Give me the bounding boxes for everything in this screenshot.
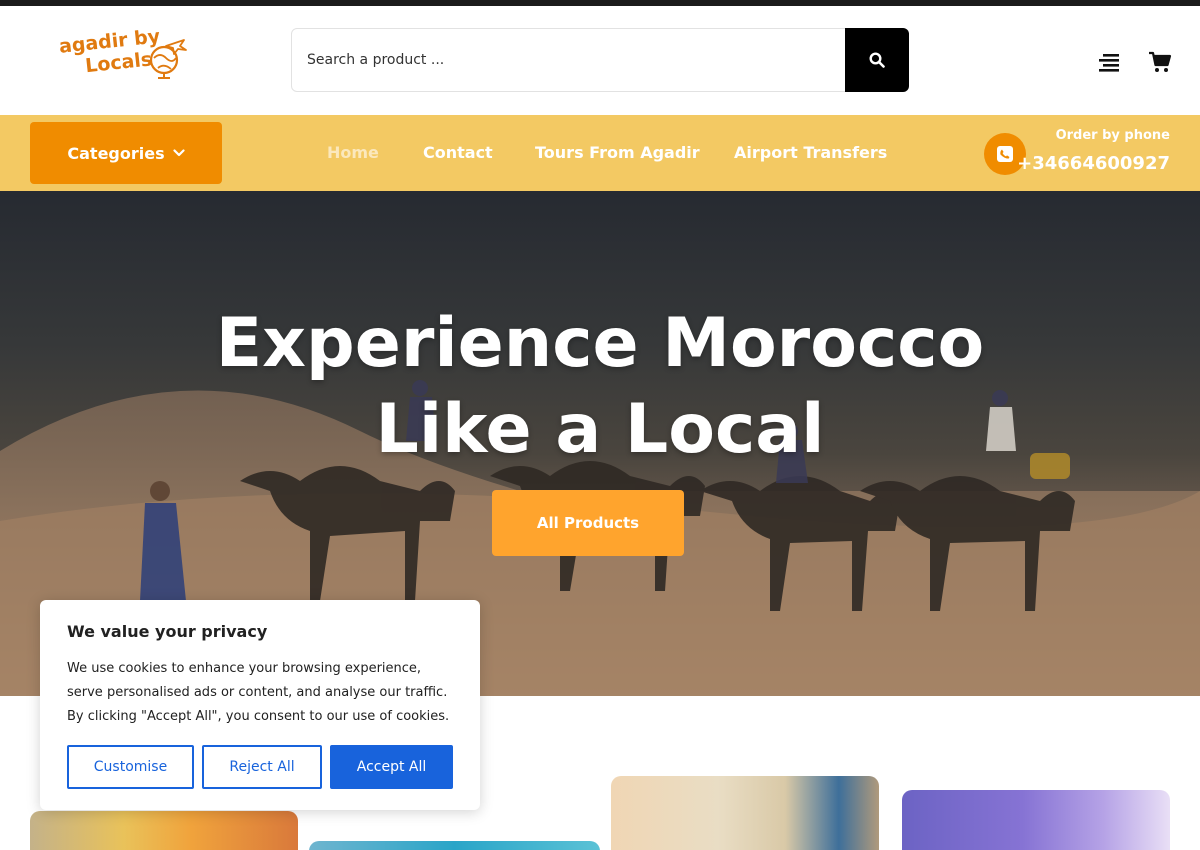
main-navigation: Categories Home Contact Tours From Agadi… xyxy=(0,115,1200,191)
product-card-image[interactable] xyxy=(902,790,1170,850)
cookie-customise-button[interactable]: Customise xyxy=(67,745,194,789)
search-bar xyxy=(291,28,909,92)
cookie-reject-all-button[interactable]: Reject All xyxy=(202,745,322,789)
cookie-consent-banner: We value your privacy We use cookies to … xyxy=(40,600,480,810)
hero-title-line-1: Experience Morocco xyxy=(215,304,985,383)
menu-lines-icon[interactable] xyxy=(1099,52,1121,72)
chevron-down-icon xyxy=(173,149,185,157)
site-logo[interactable]: agadir by Locals xyxy=(56,25,196,94)
categories-label: Categories xyxy=(67,143,165,163)
product-card-image[interactable] xyxy=(611,776,879,850)
nav-link-home[interactable]: Home xyxy=(327,143,379,162)
all-products-button[interactable]: All Products xyxy=(492,490,684,556)
site-header: agadir by Locals xyxy=(0,6,1200,115)
cart-icon[interactable] xyxy=(1148,50,1172,74)
cookie-description: We use cookies to enhance your browsing … xyxy=(67,661,450,724)
cookie-accept-all-button[interactable]: Accept All xyxy=(330,745,453,789)
nav-link-contact[interactable]: Contact xyxy=(423,143,493,162)
search-input[interactable] xyxy=(293,30,845,90)
hero-title-line-2: Like a Local xyxy=(375,390,825,469)
hero-title: Experience Morocco Like a Local xyxy=(0,301,1200,473)
phone-icon xyxy=(997,146,1013,162)
product-card-image[interactable] xyxy=(309,841,600,850)
globe-plane-icon xyxy=(149,39,187,79)
nav-link-tours-from-agadir[interactable]: Tours From Agadir xyxy=(535,143,700,162)
search-icon xyxy=(869,52,885,68)
product-card-image[interactable] xyxy=(30,811,298,850)
search-button[interactable] xyxy=(845,28,909,92)
nav-link-airport-transfers[interactable]: Airport Transfers xyxy=(734,143,887,162)
cookie-title: We value your privacy xyxy=(67,622,268,641)
order-by-phone-label: Order by phone xyxy=(1055,128,1170,143)
phone-number-link[interactable]: +34664600927 xyxy=(1017,153,1170,174)
categories-button[interactable]: Categories xyxy=(30,122,222,184)
